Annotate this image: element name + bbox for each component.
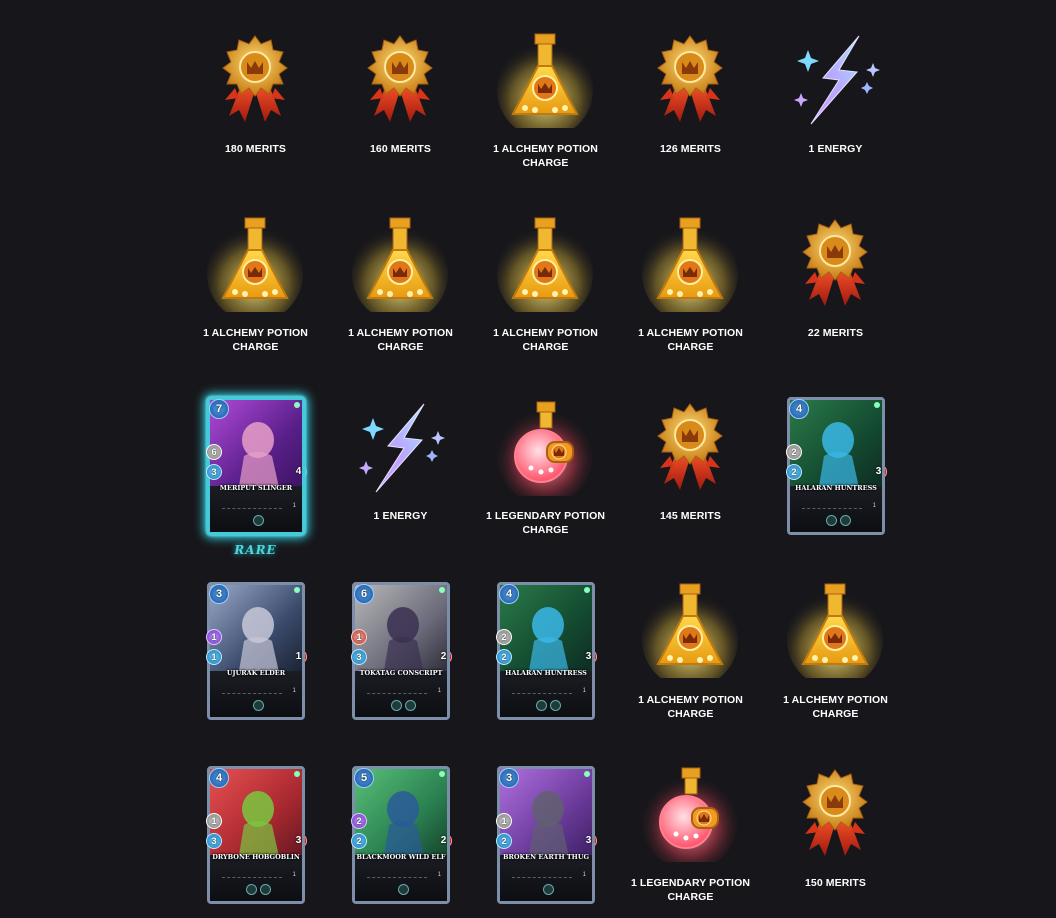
- melee-attack-badge: 1: [496, 813, 512, 829]
- card-divider: [222, 877, 282, 878]
- card-name: BLACKMOOR WILD ELF: [356, 853, 446, 861]
- health-heart-badge: 3: [580, 833, 597, 848]
- magic-attack-badge: 2: [351, 813, 367, 829]
- reward-item[interactable]: DRYBONE HOBGOBLIN 1 4 1 3 3: [183, 0, 328, 918]
- earth-element-icon: [294, 771, 300, 777]
- speed-badge: 2: [351, 833, 367, 849]
- monster-card[interactable]: DRYBONE HOBGOBLIN 1 4 1 3 3: [206, 766, 307, 904]
- merits-medal-icon: [785, 762, 885, 862]
- legendary-potion-icon: [640, 762, 740, 870]
- speed-badge: 2: [496, 833, 512, 849]
- ability-icon: [398, 884, 409, 895]
- card-level: 1: [292, 872, 296, 878]
- card-footer: [210, 855, 302, 901]
- speed-badge: 3: [206, 833, 222, 849]
- card-level: 1: [582, 872, 586, 878]
- reward-item[interactable]: 150 MERITS: [763, 0, 908, 918]
- reward-label: 150 MERITS: [804, 877, 867, 889]
- card-name: DRYBONE HOBGOBLIN: [212, 853, 300, 861]
- earth-element-icon: [439, 771, 445, 777]
- ability-icon: [543, 884, 554, 895]
- card-divider: [367, 877, 427, 878]
- ability-icon: [246, 884, 257, 895]
- monster-card[interactable]: BLACKMOOR WILD ELF 1 5 2 2 2: [351, 766, 452, 904]
- monster-card[interactable]: BROKEN EARTH THUG 1 3 1 2 3: [496, 766, 597, 904]
- reward-item[interactable]: BLACKMOOR WILD ELF 1 5 2 2 2: [328, 0, 473, 918]
- card-name: BROKEN EARTH THUG: [502, 853, 590, 861]
- health-heart-badge: 2: [435, 833, 452, 848]
- card-divider: [512, 877, 572, 878]
- health-heart-badge: 3: [290, 833, 307, 848]
- ability-icon: [260, 884, 271, 895]
- reward-item[interactable]: 1 LEGENDARY POTION CHARGE: [618, 0, 763, 918]
- mana-cost-badge: 5: [354, 768, 374, 788]
- rewards-grid: 180 MERITS 160 MERITS 1 ALCHEMY POTION C…: [183, 0, 1053, 918]
- melee-attack-badge: 1: [206, 813, 222, 829]
- reward-label: 1 LEGENDARY POTION CHARGE: [630, 877, 751, 903]
- earth-element-icon: [584, 771, 590, 777]
- reward-item[interactable]: BROKEN EARTH THUG 1 3 1 2 3: [473, 0, 618, 918]
- card-level: 1: [437, 872, 441, 878]
- mana-cost-badge: 3: [499, 768, 519, 788]
- mana-cost-badge: 4: [209, 768, 229, 788]
